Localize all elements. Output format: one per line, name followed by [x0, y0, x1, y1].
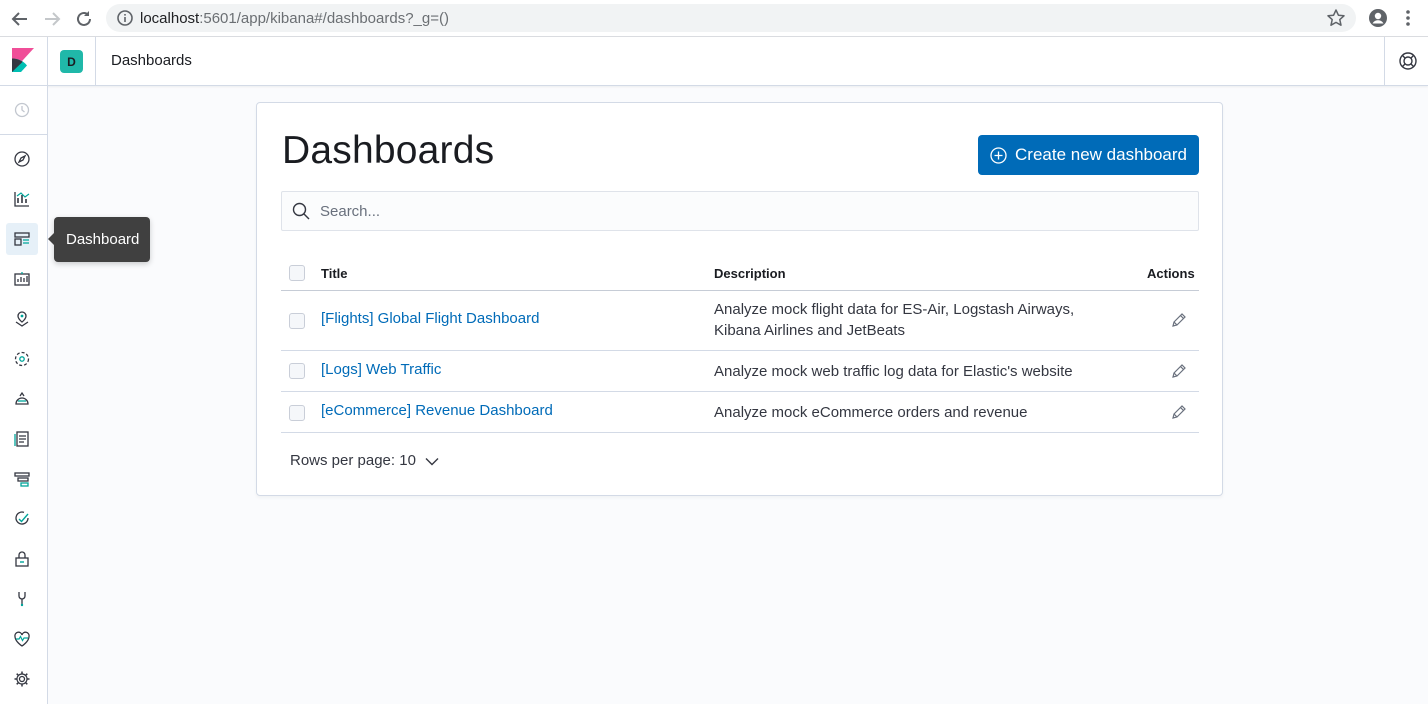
header-divider	[1384, 37, 1385, 86]
nav-management[interactable]	[6, 663, 38, 695]
nav-machine-learning[interactable]	[6, 343, 38, 375]
logs-icon	[14, 431, 29, 447]
nav-uptime[interactable]	[6, 503, 38, 535]
nav-visualize[interactable]	[6, 183, 38, 215]
maps-icon	[15, 311, 29, 327]
nav-dev-tools[interactable]	[6, 583, 38, 615]
side-nav	[0, 86, 48, 704]
edit-pencil-icon[interactable]	[1170, 312, 1187, 329]
dashboard-description: Analyze mock eCommerce orders and revenu…	[714, 404, 1028, 421]
bookmark-star-icon[interactable]	[1326, 8, 1346, 28]
plus-circle-icon	[990, 146, 1007, 164]
info-icon[interactable]	[116, 9, 134, 27]
chevron-down-icon	[425, 457, 439, 465]
header-divider	[47, 37, 48, 86]
nav-divider	[0, 134, 47, 135]
ml-icon	[14, 351, 30, 367]
create-dashboard-button[interactable]: Create new dashboard	[978, 135, 1199, 175]
table-row: [eCommerce] Revenue Dashboard Analyze mo…	[281, 392, 1199, 433]
dashboard-description: Analyze mock web traffic log data for El…	[714, 363, 1073, 380]
dev-tools-icon	[18, 592, 26, 607]
search-box	[281, 191, 1199, 231]
search-icon	[292, 202, 310, 220]
dashboard-title-link[interactable]: [Logs] Web Traffic	[321, 361, 441, 378]
browser-toolbar: localhost:5601/app/kibana#/dashboards?_g…	[0, 0, 1428, 37]
help-icon[interactable]	[1398, 51, 1418, 71]
profile-icon[interactable]	[1368, 8, 1388, 28]
dashboard-title-link[interactable]: [Flights] Global Flight Dashboard	[321, 310, 539, 327]
column-header-title[interactable]: Title	[321, 266, 348, 281]
discover-icon	[14, 151, 30, 167]
edit-pencil-icon[interactable]	[1170, 363, 1187, 380]
nav-recent[interactable]	[6, 94, 38, 126]
nav-siem[interactable]	[6, 543, 38, 575]
nav-canvas[interactable]	[6, 263, 38, 295]
uptime-icon	[15, 511, 29, 525]
nav-dashboard[interactable]	[6, 223, 38, 255]
kibana-logo[interactable]	[12, 48, 34, 72]
dashboard-title-link[interactable]: [eCommerce] Revenue Dashboard	[321, 402, 553, 419]
back-icon[interactable]	[8, 7, 32, 31]
rows-per-page-label: Rows per page: 10	[290, 452, 416, 469]
url-text: localhost:5601/app/kibana#/dashboards?_g…	[140, 10, 449, 27]
clock-icon	[14, 102, 30, 118]
column-header-description: Description	[714, 266, 786, 281]
nav-infrastructure[interactable]	[6, 383, 38, 415]
nav-discover[interactable]	[6, 143, 38, 175]
address-bar[interactable]: localhost:5601/app/kibana#/dashboards?_g…	[106, 4, 1356, 32]
infrastructure-icon	[15, 391, 29, 405]
column-header-actions: Actions	[1147, 266, 1195, 281]
apm-icon	[14, 472, 30, 487]
row-checkbox[interactable]	[289, 405, 305, 421]
nav-logs[interactable]	[6, 423, 38, 455]
edit-pencil-icon[interactable]	[1170, 404, 1187, 421]
header-divider	[95, 37, 96, 86]
reload-icon[interactable]	[72, 7, 96, 31]
dashboards-panel: Dashboards Create new dashboard Title De…	[256, 102, 1223, 496]
table-row: [Flights] Global Flight Dashboard Analyz…	[281, 291, 1199, 351]
canvas-icon	[14, 272, 30, 286]
dashboard-icon	[14, 232, 30, 246]
nav-monitoring[interactable]	[6, 623, 38, 655]
nav-apm[interactable]	[6, 463, 38, 495]
management-icon	[14, 671, 30, 687]
rows-per-page-selector[interactable]: Rows per page: 10	[290, 452, 439, 469]
row-checkbox[interactable]	[289, 363, 305, 379]
space-avatar[interactable]: D	[60, 50, 83, 73]
breadcrumb: Dashboards	[111, 52, 192, 69]
monitoring-icon	[14, 631, 30, 647]
forward-icon[interactable]	[40, 7, 64, 31]
browser-menu-icon[interactable]	[1400, 8, 1416, 28]
dashboards-table: Title Description Actions [Flights] Glob…	[281, 253, 1199, 433]
kibana-header: D Dashboards	[0, 37, 1428, 86]
create-dashboard-label: Create new dashboard	[1015, 145, 1188, 164]
visualize-icon	[14, 192, 30, 207]
table-header: Title Description Actions	[281, 253, 1199, 291]
siem-icon	[15, 551, 29, 567]
select-all-checkbox[interactable]	[289, 265, 305, 281]
page-title: Dashboards	[282, 129, 495, 172]
dashboard-description: Analyze mock flight data for ES-Air, Log…	[714, 301, 1075, 339]
search-input[interactable]	[320, 192, 1180, 230]
row-checkbox[interactable]	[289, 313, 305, 329]
nav-maps[interactable]	[6, 303, 38, 335]
table-row: [Logs] Web Traffic Analyze mock web traf…	[281, 351, 1199, 392]
nav-tooltip: Dashboard	[48, 217, 150, 262]
